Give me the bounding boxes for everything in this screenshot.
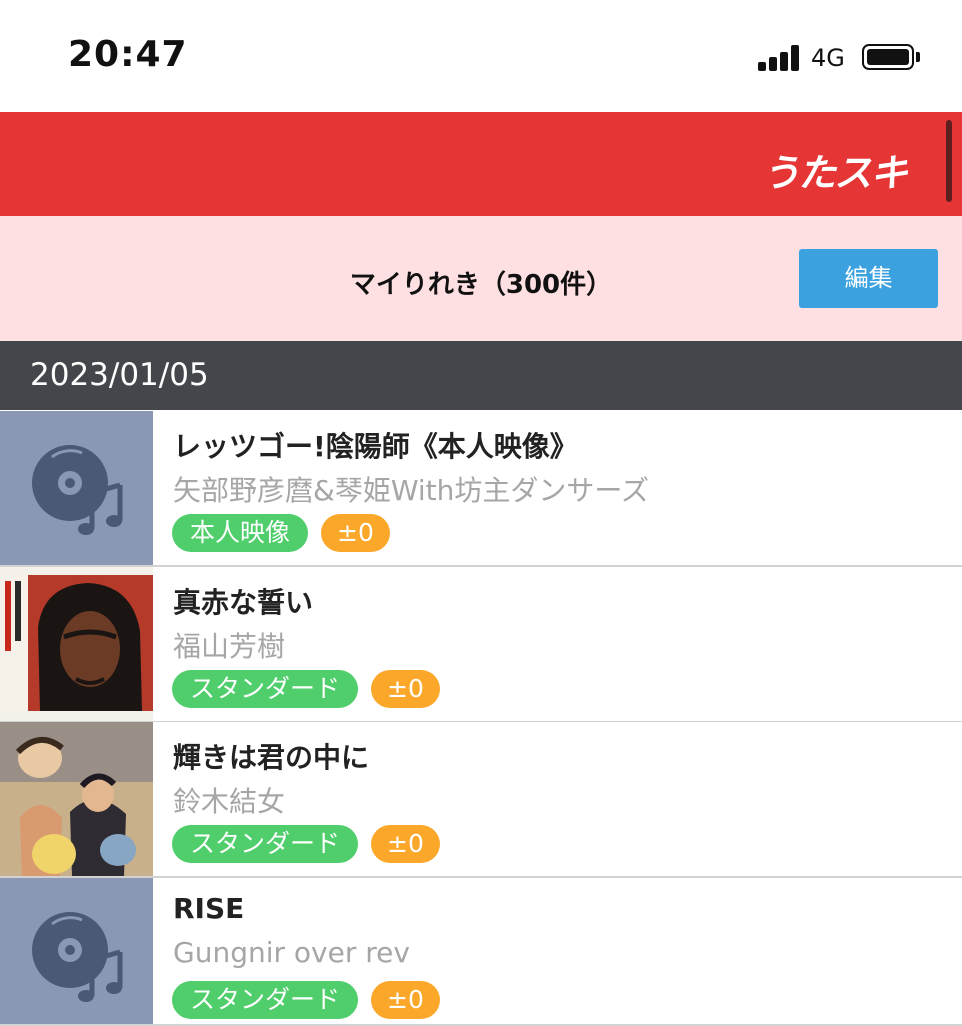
app-header: うたスキ — [0, 112, 962, 216]
song-title: レッツゴー!陰陽師《本人映像》 — [173, 430, 578, 463]
type-tag: スタンダード — [172, 981, 359, 1019]
song-tags: 本人映像 ±0 — [172, 514, 390, 552]
type-tag: スタンダード — [172, 670, 359, 708]
key-tag: ±0 — [371, 825, 440, 863]
brand-logo[interactable]: うたスキ — [762, 142, 908, 197]
type-tag: スタンダード — [172, 825, 359, 863]
date-label: 2023/01/05 — [30, 357, 209, 393]
battery-icon — [862, 44, 914, 70]
album-art-image — [0, 722, 153, 876]
song-artist: Gungnir over rev — [173, 936, 410, 969]
song-artist: 鈴木結女 — [173, 785, 286, 818]
history-section-bar: マイりれき（300件） 編集 — [0, 216, 962, 341]
date-header: 2023/01/05 — [0, 341, 962, 410]
type-tag: 本人映像 — [172, 514, 309, 552]
song-item[interactable]: RISE Gungnir over rev スタンダード ±0 — [0, 878, 962, 1026]
status-time: 20:47 — [68, 34, 188, 75]
status-bar: 20:47 4G — [0, 0, 962, 112]
album-art-image — [0, 567, 153, 721]
song-tags: スタンダード ±0 — [172, 981, 440, 1019]
song-item[interactable]: 輝きは君の中に 鈴木結女 スタンダード ±0 — [0, 722, 962, 878]
song-tags: スタンダード ±0 — [172, 670, 440, 708]
key-tag: ±0 — [321, 514, 390, 552]
edit-button[interactable]: 編集 — [799, 249, 938, 308]
song-title: RISE — [173, 892, 245, 925]
song-title: 輝きは君の中に — [173, 741, 370, 774]
song-artist: 福山芳樹 — [173, 630, 286, 663]
song-item[interactable]: 真赤な誓い 福山芳樹 スタンダード ±0 — [0, 567, 962, 723]
key-tag: ±0 — [371, 670, 440, 708]
song-title: 真赤な誓い — [173, 586, 314, 619]
disc-music-icon — [0, 411, 153, 565]
song-item[interactable]: レッツゴー!陰陽師《本人映像》 矢部野彦麿&琴姫With坊主ダンサーズ 本人映像… — [0, 411, 962, 567]
network-type: 4G — [811, 44, 845, 72]
battery-tip — [916, 52, 920, 62]
key-tag: ±0 — [371, 981, 440, 1019]
scroll-indicator[interactable] — [946, 120, 952, 202]
signal-icon — [758, 45, 802, 71]
disc-music-icon — [0, 878, 153, 1024]
song-tags: スタンダード ±0 — [172, 825, 440, 863]
song-artist: 矢部野彦麿&琴姫With坊主ダンサーズ — [173, 474, 650, 507]
